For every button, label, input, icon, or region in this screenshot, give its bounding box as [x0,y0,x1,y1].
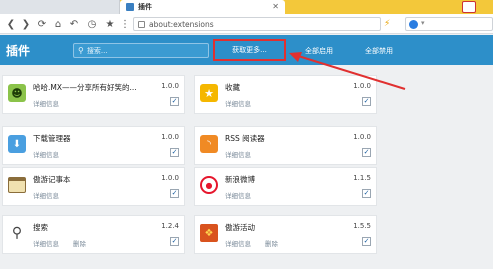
extension-search-input[interactable]: ⚲ 搜索... [73,43,209,58]
details-link[interactable]: 详细信息 [33,149,59,159]
bookmark-star-icon[interactable]: ★ [103,17,117,31]
enable-checkbox[interactable]: ✓ [170,148,179,157]
extension-name: RSS 阅读器 [225,134,265,143]
tab-strip: 插件 ✕ [0,0,493,14]
undo-icon[interactable]: ↶ [67,17,81,31]
extension-name: 哈哈.MX——分享所有好笑的... [33,83,137,92]
extension-name: 收藏 [225,83,240,92]
app-icon[interactable] [462,1,476,13]
details-link[interactable]: 详细信息 [33,238,59,248]
gift-icon: ❖ [199,223,219,243]
page-icon [138,20,145,28]
enable-checkbox[interactable]: ✓ [170,189,179,198]
extension-name: 下载管理器 [33,134,71,143]
extension-card: ❖ 傲游活动 1.5.5 详细信息 删除 ✓ [194,215,377,254]
extension-version: 1.5.5 [353,222,371,230]
extension-name: 新浪微博 [225,175,255,184]
enable-checkbox[interactable]: ✓ [170,237,179,246]
extension-version: 1.0.0 [353,133,371,141]
home-icon[interactable]: ⌂ [51,17,65,31]
extension-card: ● 新浪微博 1.1.5 详细信息 ✓ [194,167,377,206]
extension-version: 1.0.0 [353,82,371,90]
browser-search-box[interactable]: ▾ [405,17,493,31]
extension-version: 1.1.5 [353,174,371,182]
back-icon[interactable]: ❮ [4,17,18,31]
extensions-tab-icon [126,3,134,11]
tab-label: 插件 [138,3,152,11]
extension-version: 1.0.0 [161,174,179,182]
search-engine-icon [409,20,418,29]
extension-name: 傲游记事本 [33,175,71,184]
address-text: about:extensions [149,19,214,29]
enable-all-button[interactable]: 全部启用 [305,46,333,56]
enable-checkbox[interactable]: ✓ [170,97,179,106]
tab-extensions[interactable]: 插件 ✕ [120,0,285,14]
extension-search-placeholder: 搜索... [86,46,108,55]
details-link[interactable]: 详细信息 [225,190,251,200]
chevron-down-icon[interactable]: ▾ [421,19,425,27]
details-link[interactable]: 详细信息 [33,98,59,108]
enable-checkbox[interactable]: ✓ [362,97,371,106]
get-more-button[interactable]: 获取更多... [213,39,286,61]
details-link[interactable]: 详细信息 [225,149,251,159]
extension-version: 1.0.0 [161,133,179,141]
extension-version: 1.0.0 [161,82,179,90]
details-link[interactable]: 详细信息 [225,238,251,248]
rss-icon: ◝ [199,134,219,154]
forward-icon[interactable]: ❯ [19,17,33,31]
disable-all-button[interactable]: 全部禁用 [365,46,393,56]
extension-card: ★ 收藏 1.0.0 详细信息 ✓ [194,75,377,114]
enable-checkbox[interactable]: ✓ [362,237,371,246]
refresh-icon[interactable]: ⟳ [35,17,49,31]
enable-checkbox[interactable]: ✓ [362,148,371,157]
extension-name: 傲游活动 [225,223,255,232]
download-icon: ⬇ [7,134,27,154]
smiley-icon: ☻ [7,83,27,103]
search-icon: ⚲ [11,225,23,241]
enable-checkbox[interactable]: ✓ [362,189,371,198]
history-icon[interactable]: ◷ [85,17,99,31]
extension-card: ⬇ 下载管理器 1.0.0 详细信息 ✓ [2,126,185,165]
extension-card: ⚲ 搜索 1.2.4 详细信息 删除 ✓ [2,215,185,254]
extension-card: 傲游记事本 1.0.0 详细信息 ✓ [2,167,185,206]
notepad-icon [7,175,27,195]
weibo-icon: ● [199,175,219,195]
details-link[interactable]: 详细信息 [33,190,59,200]
extension-version: 1.2.4 [161,222,179,230]
tab-previous[interactable] [0,0,120,14]
tab-overview-icon[interactable]: ⋮ [118,17,132,31]
details-link[interactable]: 详细信息 [225,98,251,108]
star-icon: ★ [199,83,219,103]
extension-card: ◝ RSS 阅读器 1.0.0 详细信息 ✓ [194,126,377,165]
extension-name: 搜索 [33,223,48,232]
remove-link[interactable]: 删除 [73,238,86,248]
remove-link[interactable]: 删除 [265,238,278,248]
page-title: 插件 [6,44,31,58]
lightning-icon[interactable]: ⚡ [384,19,390,29]
browser-window: 插件 ✕ ❮ ❯ ⟳ ⌂ ↶ ◷ ★ ⋮ about:extensions ⚡ … [0,0,493,269]
tab-close-icon[interactable]: ✕ [272,2,279,11]
extension-card: ☻ 哈哈.MX——分享所有好笑的... 1.0.0 详细信息 ✓ [2,75,185,114]
address-bar[interactable]: about:extensions [133,17,381,31]
extensions-header: 插件 ⚲ 搜索... 获取更多... 全部启用 全部禁用 [0,35,493,65]
toolbar: ❮ ❯ ⟳ ⌂ ↶ ◷ ★ ⋮ about:extensions ⚡ ▾ [0,14,493,34]
search-icon: ⚲ [78,46,84,55]
